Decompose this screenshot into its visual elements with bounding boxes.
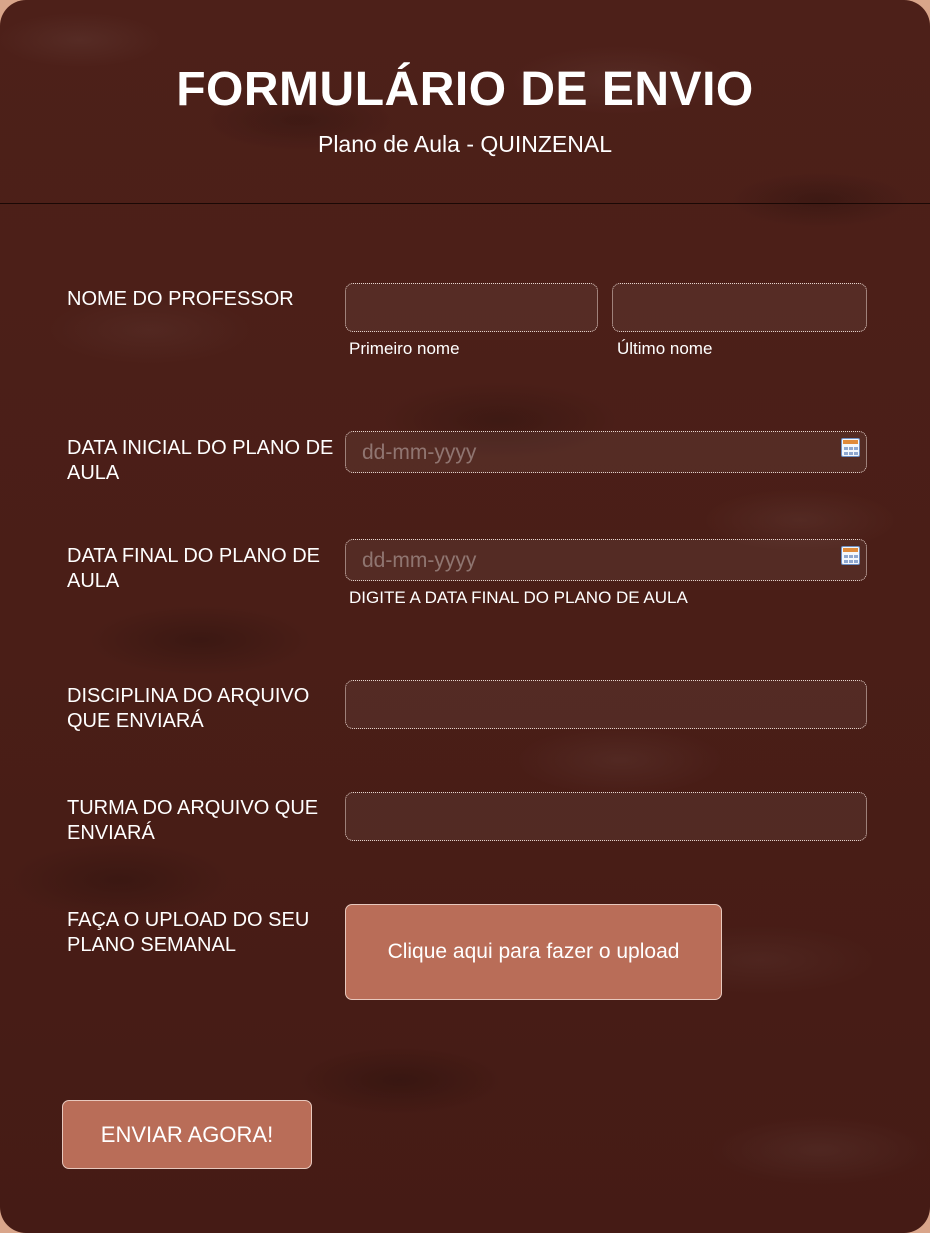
calendar-icon[interactable] <box>841 438 860 457</box>
start-date-label: DATA INICIAL DO PLANO DE AULA <box>67 437 334 484</box>
start-date-placeholder: dd-mm-yyyy <box>362 441 477 464</box>
upload-label: FAÇA O UPLOAD DO SEU PLANO SEMANAL <box>67 909 310 956</box>
upload-button-label: Clique aqui para fazer o upload <box>387 940 680 963</box>
subject-input[interactable] <box>345 680 867 729</box>
submit-button[interactable]: ENVIAR AGORA! <box>62 1100 312 1169</box>
last-name-input[interactable] <box>612 283 867 332</box>
form-card: FORMULÁRIO DE ENVIO Plano de Aula - QUIN… <box>0 0 930 1233</box>
first-name-sublabel: Primeiro nome <box>349 339 460 358</box>
class-group-label: TURMA DO ARQUIVO QUE ENVIARÁ <box>67 797 319 844</box>
subject-label: DISCIPLINA DO ARQUIVO QUE ENVIARÁ <box>67 685 310 732</box>
class-group-input[interactable] <box>345 792 867 841</box>
calendar-icon[interactable] <box>841 546 860 565</box>
end-date-label: DATA FINAL DO PLANO DE AULA <box>67 545 321 592</box>
end-date-input[interactable]: dd-mm-yyyy <box>345 539 867 581</box>
form-header: FORMULÁRIO DE ENVIO Plano de Aula - QUIN… <box>0 0 930 204</box>
end-date-placeholder: dd-mm-yyyy <box>362 549 477 572</box>
first-name-input[interactable] <box>345 283 598 332</box>
upload-button[interactable]: Clique aqui para fazer o upload <box>345 904 722 1000</box>
form-subtitle: Plano de Aula - QUINZENAL <box>317 131 613 157</box>
last-name-sublabel: Último nome <box>617 339 713 358</box>
form-title: FORMULÁRIO DE ENVIO <box>176 63 754 116</box>
teacher-name-label: NOME DO PROFESSOR <box>67 288 294 310</box>
start-date-input[interactable]: dd-mm-yyyy <box>345 431 867 473</box>
end-date-hint: DIGITE A DATA FINAL DO PLANO DE AULA <box>349 588 688 607</box>
submit-button-label: ENVIAR AGORA! <box>100 1121 274 1147</box>
